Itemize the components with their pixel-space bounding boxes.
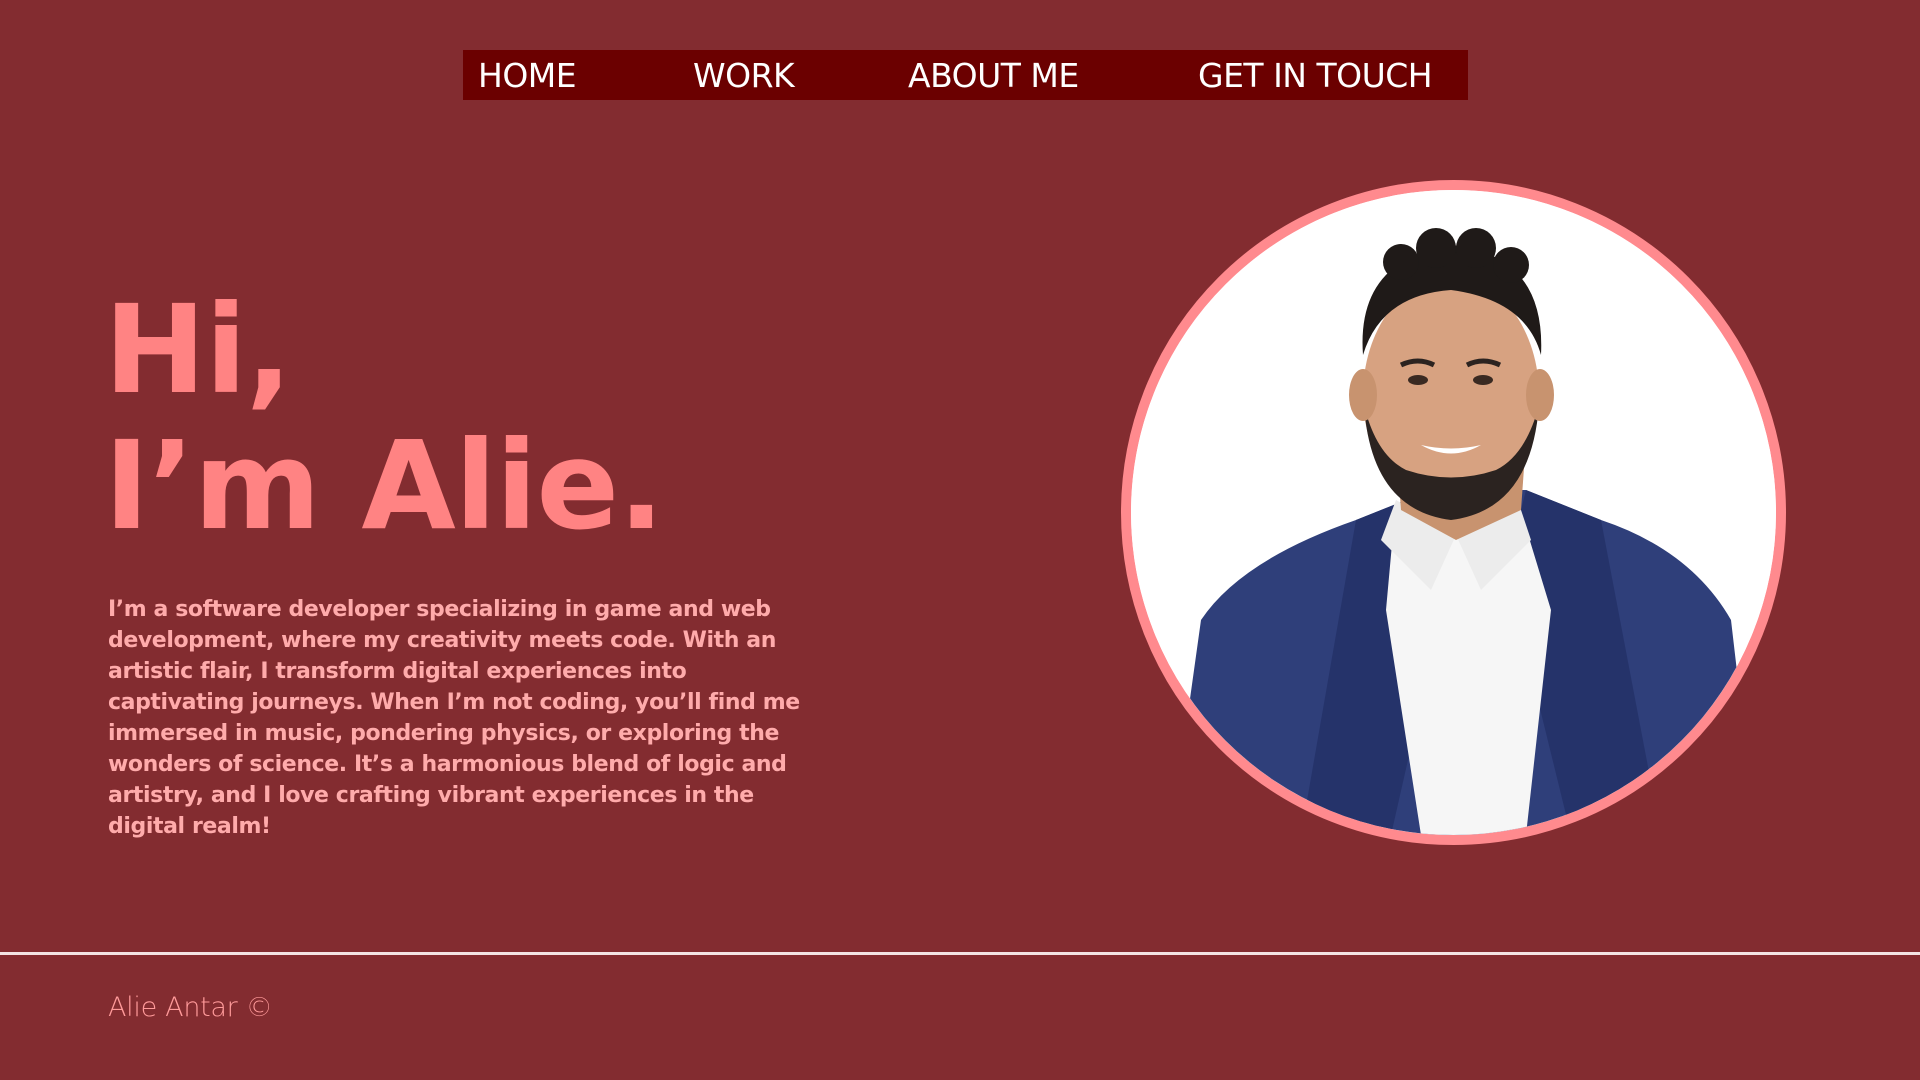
hero-greeting-line-1: Hi, xyxy=(104,279,292,421)
profile-photo-illustration xyxy=(1131,190,1776,835)
hero-bio-paragraph: I’m a software developer specializing in… xyxy=(108,597,800,839)
page: HOME WORK ABOUT ME GET IN TOUCH Hi, I’m … xyxy=(0,0,1920,1080)
hero-heading: Hi, I’m Alie. xyxy=(104,279,664,557)
top-nav: HOME WORK ABOUT ME GET IN TOUCH xyxy=(463,50,1468,100)
nav-get-in-touch-link[interactable]: GET IN TOUCH xyxy=(1198,50,1433,100)
nav-about-me-link[interactable]: ABOUT ME xyxy=(908,50,1079,100)
nav-work-link[interactable]: WORK xyxy=(693,50,795,100)
footer-divider xyxy=(0,952,1920,955)
footer-copyright: Alie Antar © xyxy=(108,992,273,1023)
profile-photo xyxy=(1121,180,1786,845)
nav-home-link[interactable]: HOME xyxy=(478,50,577,100)
hero-greeting-line-2: I’m Alie. xyxy=(104,415,664,557)
